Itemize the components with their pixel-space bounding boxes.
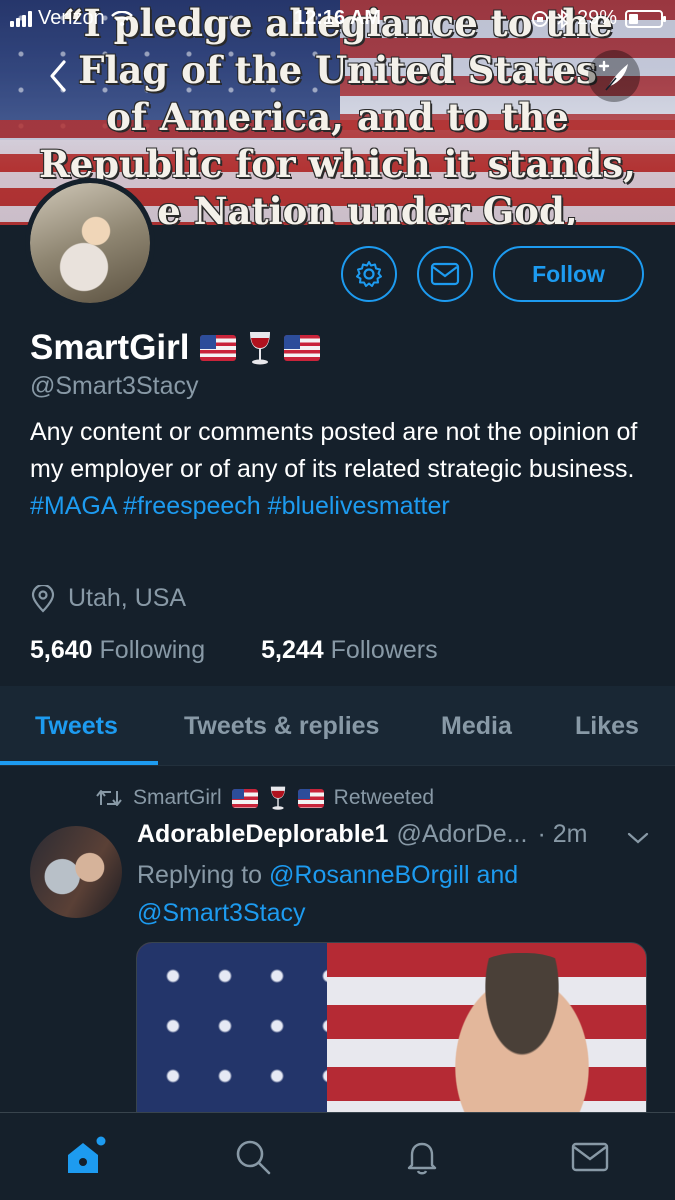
display-name-row: SmartGirl — [30, 328, 320, 368]
replying-prefix: Replying to — [137, 861, 263, 889]
banner-quote-line: Flag of the United States — [78, 48, 597, 92]
location-text: Utah, USA — [68, 584, 187, 612]
tweet-author-handle[interactable]: @AdorDe... — [396, 820, 527, 849]
compose-tweet-button[interactable] — [588, 50, 640, 102]
profile-location: Utah, USA — [30, 584, 186, 613]
mention-link[interactable]: @RosanneBOrgill — [269, 861, 469, 889]
avatar-image — [30, 183, 150, 303]
battery-icon — [625, 9, 666, 28]
profile-handle: @Smart3Stacy — [30, 372, 199, 400]
active-tab-indicator — [0, 761, 158, 765]
battery-percent: 29% — [576, 7, 617, 29]
hashtag-link[interactable]: #MAGA — [30, 492, 116, 520]
battery-fill — [629, 13, 638, 24]
profile-bio: Any content or comments posted are not t… — [30, 414, 650, 525]
nav-home[interactable] — [61, 1133, 109, 1181]
hashtag-link[interactable]: #freespeech — [123, 492, 261, 520]
us-flag-emoji — [199, 335, 236, 361]
bell-icon — [407, 1142, 437, 1175]
us-flag-emoji — [283, 335, 320, 361]
media-flag-canton — [137, 943, 327, 1131]
chevron-down-icon — [627, 832, 649, 844]
following-stat[interactable]: 5,640 Following — [30, 636, 205, 665]
tweet-media-image[interactable] — [136, 942, 647, 1132]
bottom-navigation — [0, 1112, 675, 1200]
mail-icon — [430, 262, 460, 286]
tab-media[interactable]: Media — [441, 712, 512, 741]
followers-count: 5,244 — [261, 636, 324, 664]
nav-notifications[interactable] — [398, 1133, 446, 1181]
profile-avatar[interactable] — [25, 178, 155, 308]
following-label: Following — [99, 636, 206, 664]
us-flag-emoji — [231, 788, 258, 808]
rotation-lock-icon — [531, 10, 548, 27]
retweet-context: SmartGirl Retweeted — [95, 785, 434, 811]
nav-messages[interactable] — [566, 1133, 614, 1181]
nav-search[interactable] — [229, 1133, 277, 1181]
us-flag-emoji — [297, 788, 324, 808]
retweeter-name[interactable]: SmartGirl — [133, 786, 222, 810]
replying-to: Replying to @RosanneBOrgill and @Smart3S… — [137, 856, 637, 932]
home-icon — [68, 1136, 106, 1173]
hashtag-link[interactable]: #bluelivesmatter — [268, 492, 450, 520]
bluetooth-icon — [557, 8, 569, 29]
profile-tabs: Tweets Tweets & replies Media Likes — [0, 686, 675, 766]
tweet-author-avatar[interactable] — [30, 826, 122, 918]
replying-and: and — [476, 861, 519, 889]
tweet-header: AdorableDeplorable1 @AdorDe... · 2m — [137, 820, 657, 849]
tab-tweets-replies[interactable]: Tweets & replies — [184, 712, 379, 741]
search-icon — [236, 1140, 271, 1175]
retweeted-label: Retweeted — [333, 786, 435, 809]
back-button[interactable] — [40, 56, 76, 96]
media-portrait — [437, 953, 607, 1131]
wine-glass-emoji — [249, 332, 270, 365]
follow-button[interactable]: Follow — [493, 246, 644, 302]
status-bar: Verizon 12:16 AM 29% — [0, 0, 675, 38]
gear-icon — [356, 261, 382, 287]
location-pin-icon — [31, 584, 55, 613]
chevron-left-icon — [50, 60, 66, 92]
wine-glass-emoji — [270, 786, 285, 810]
tweet-author-name[interactable]: AdorableDeplorable1 — [137, 820, 388, 849]
followers-label: Followers — [330, 636, 438, 664]
banner-quote-line: of America, and to the — [106, 95, 569, 139]
tweet-timestamp: · 2m — [537, 820, 588, 848]
mail-icon — [571, 1142, 609, 1172]
profile-settings-button[interactable] — [341, 246, 397, 302]
followers-stat[interactable]: 5,244 Followers — [261, 636, 438, 665]
mention-link[interactable]: @Smart3Stacy — [137, 899, 305, 927]
tab-likes[interactable]: Likes — [575, 712, 639, 741]
retweet-icon — [96, 790, 122, 806]
direct-message-button[interactable] — [417, 246, 473, 302]
bio-text: Any content or comments posted are not t… — [30, 418, 638, 483]
display-name: SmartGirl — [30, 328, 190, 367]
tab-tweets[interactable]: Tweets — [35, 712, 118, 741]
tweet-menu-button[interactable] — [626, 830, 650, 851]
compose-feather-icon — [598, 60, 628, 91]
follow-stats: 5,640 Following 5,244 Followers — [30, 636, 438, 665]
following-count: 5,640 — [30, 636, 93, 664]
